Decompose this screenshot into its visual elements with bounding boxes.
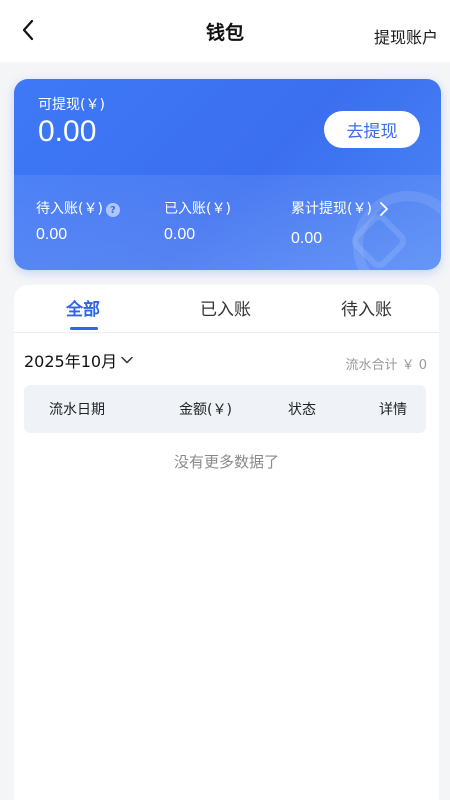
month-label: 2025年10月	[24, 352, 118, 371]
tab-settled[interactable]: 已入账	[200, 295, 251, 320]
withdraw-button[interactable]: 去提现	[324, 111, 420, 148]
column-amount: 金额(￥)	[179, 402, 232, 418]
available-label: 可提现(￥)	[38, 97, 105, 113]
tab-bar: 全部 已入账 待入账	[14, 285, 439, 333]
active-tab-indicator	[70, 327, 98, 330]
question-circle-icon[interactable]: ?	[105, 203, 120, 217]
records-panel: 全部 已入账 待入账 2025年10月 流水合计 ￥ 0 流水日期 金额(￥) …	[14, 285, 439, 800]
column-status: 状态	[288, 402, 316, 418]
chevron-right-icon	[380, 202, 388, 216]
table-header: 流水日期 金额(￥) 状态 详情	[24, 385, 426, 433]
column-date: 流水日期	[49, 402, 105, 418]
pending-stat: 待入账(￥) ? 0.00	[36, 198, 120, 244]
total-withdraw-stat[interactable]: 累计提现(￥) 0.00	[291, 198, 389, 248]
tab-all[interactable]: 全部	[66, 295, 100, 320]
month-picker[interactable]: 2025年10月	[24, 348, 133, 372]
tab-pending[interactable]: 待入账	[341, 295, 392, 320]
flow-total: 流水合计 ￥ 0	[345, 358, 427, 373]
pending-label: 待入账(￥)	[36, 201, 103, 217]
column-detail: 详情	[379, 402, 407, 418]
top-nav-bar: 钱包 提现账户	[0, 0, 450, 62]
total-withdraw-label: 累计提现(￥)	[291, 201, 372, 217]
empty-state-text: 没有更多数据了	[173, 453, 279, 471]
pending-value: 0.00	[36, 226, 68, 243]
total-withdraw-value: 0.00	[291, 230, 323, 247]
wallet-card: 可提现(￥) 0.00 去提现 待入账(￥) ? 0.00 已入账(￥) 0.0…	[14, 79, 441, 270]
withdraw-account-link[interactable]: 提现账户	[374, 24, 438, 48]
settled-label: 已入账(￥)	[164, 201, 231, 217]
chevron-down-icon	[121, 356, 133, 364]
available-amount: 0.00	[38, 115, 97, 148]
settled-value: 0.00	[164, 226, 196, 243]
settled-stat: 已入账(￥) 0.00	[164, 198, 231, 244]
